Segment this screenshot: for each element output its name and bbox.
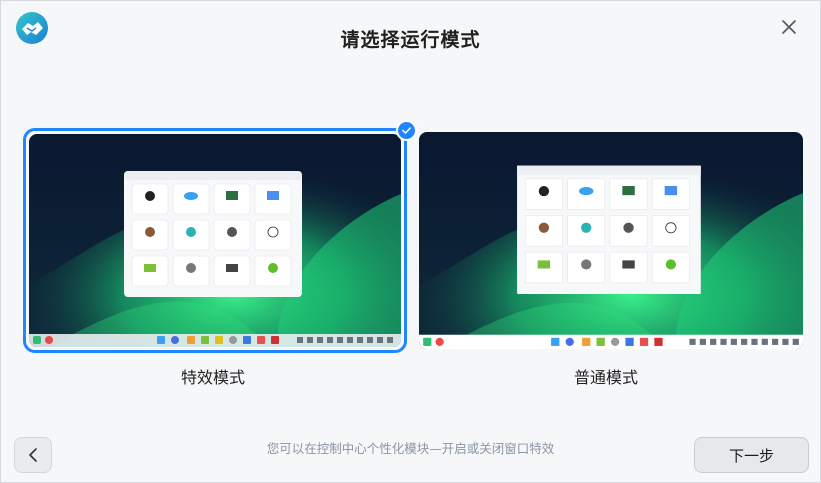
normal-mode-preview (419, 132, 803, 349)
back-button[interactable] (14, 437, 52, 473)
mode-card-effects[interactable] (23, 128, 407, 353)
chevron-left-icon (29, 448, 37, 462)
effects-mode-preview (29, 134, 401, 347)
mode-label-effects: 特效模式 (181, 368, 246, 387)
next-button[interactable]: 下一步 (694, 437, 809, 473)
mode-card-normal[interactable] (419, 132, 803, 357)
desktop-preview-image (29, 134, 401, 347)
selected-check-icon (396, 120, 417, 141)
close-icon[interactable] (777, 15, 801, 39)
mode-label-normal: 普通模式 (574, 368, 639, 387)
dialog-title: 请选择运行模式 (340, 29, 481, 51)
mode-selection-dialog: 请选择运行模式 特效模式 普通模式 您可以在控制中心个性化模块—开启或关闭窗口特… (0, 0, 821, 483)
desktop-preview-image (419, 132, 803, 349)
